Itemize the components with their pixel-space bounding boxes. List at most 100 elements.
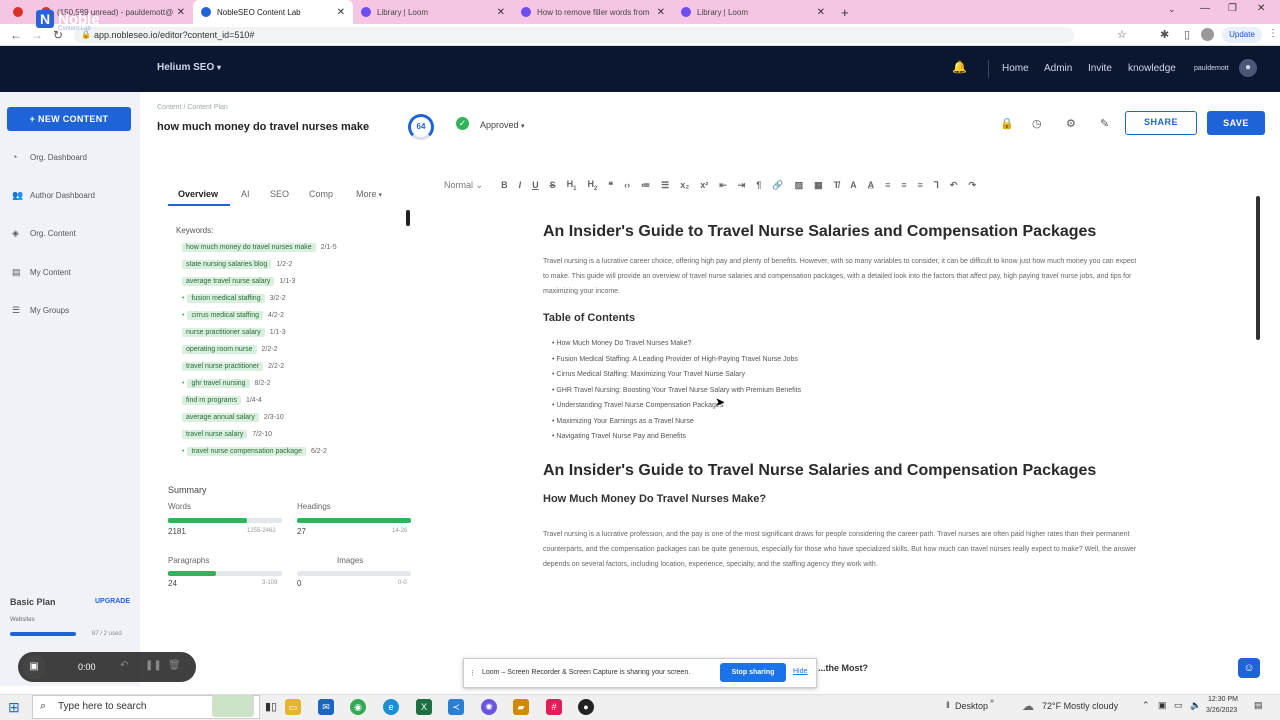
noble-logo[interactable]: N Noble Content Lab xyxy=(36,10,100,32)
file-explorer-icon[interactable]: ▭ xyxy=(285,699,301,715)
toc-item[interactable]: • GHR Travel Nursing: Boosting Your Trav… xyxy=(543,383,1143,399)
mail-icon[interactable]: ✉ xyxy=(318,699,334,715)
close-icon[interactable]: ✕ xyxy=(177,7,185,18)
loom-icon[interactable]: ✺ xyxy=(481,699,497,715)
align-left-icon[interactable]: ≡ xyxy=(885,180,890,190)
magic-wand-icon[interactable]: ✎ xyxy=(1100,117,1109,130)
bookmark-star-icon[interactable]: ☆ xyxy=(1117,28,1127,41)
align-right-icon[interactable]: ≡ xyxy=(918,180,923,190)
tab-comp[interactable]: Comp xyxy=(309,189,333,199)
tab-seo[interactable]: SEO xyxy=(270,189,289,199)
table-icon[interactable]: ▦ xyxy=(814,180,823,191)
tab-loom-library[interactable]: Library | Loom ✕ xyxy=(353,0,513,24)
keyword-item[interactable]: find rn programs 1/4-4 xyxy=(182,392,404,409)
keyword-item[interactable]: operating room nurse 2/2-2 xyxy=(182,341,404,358)
tab-overview[interactable]: Overview xyxy=(178,189,218,199)
profile-avatar[interactable] xyxy=(1201,28,1214,41)
gear-icon[interactable]: ⚙ xyxy=(1066,117,1076,130)
toc-item[interactable]: • Maximizing Your Earnings as a Travel N… xyxy=(543,414,1143,430)
close-icon[interactable]: ✕ xyxy=(657,7,665,18)
network-icon[interactable]: ▣ xyxy=(1158,700,1167,711)
excel-icon[interactable]: X xyxy=(416,699,432,715)
extensions-icon[interactable]: ✱ xyxy=(1160,28,1169,41)
nav-knowledge[interactable]: knowledge xyxy=(1128,63,1176,74)
toc-item[interactable]: • Understanding Travel Nurse Compensatio… xyxy=(543,398,1143,414)
upgrade-link[interactable]: UPGRADE xyxy=(95,598,130,605)
editor-scrollbar[interactable] xyxy=(1256,196,1260,340)
user-avatar-icon[interactable]: ● xyxy=(1239,59,1257,77)
username[interactable]: pauldemott xyxy=(1194,65,1229,72)
hide-link[interactable]: Hide xyxy=(793,668,807,675)
task-view-icon[interactable]: ▮▯ xyxy=(265,700,277,713)
code-icon[interactable]: ‹› xyxy=(624,180,630,190)
toc-item[interactable]: • Cirrus Medical Staffing: Maximizing Yo… xyxy=(543,367,1143,383)
tab-ai[interactable]: AI xyxy=(241,189,250,199)
image-icon[interactable]: ▨ xyxy=(795,180,804,191)
tab-loom-filler[interactable]: How to remove filler words from ✕ xyxy=(513,0,673,24)
clock-date[interactable]: 3/26/2023 xyxy=(1206,707,1237,714)
new-content-button[interactable]: + NEW CONTENT xyxy=(7,107,131,131)
heading2-icon[interactable]: H2 xyxy=(587,179,597,192)
editor-content[interactable]: An Insider's Guide to Travel Nurse Salar… xyxy=(543,220,1143,572)
chrome-icon[interactable]: ◉ xyxy=(350,699,366,715)
toc-item[interactable]: • Fusion Medical Staffing: A Leading Pro… xyxy=(543,352,1143,368)
windows-start-icon[interactable]: ⊞ xyxy=(8,699,20,716)
keyword-item[interactable]: • ghr travel nursing 8/2-2 xyxy=(182,375,404,392)
camera-icon[interactable]: ▣ xyxy=(22,655,46,679)
breadcrumb[interactable]: Content / Content Plan xyxy=(157,104,228,111)
chevron-icon[interactable]: » xyxy=(990,698,994,705)
keyword-item[interactable]: • cirrus medical staffing 4/2-2 xyxy=(182,307,404,324)
keyword-item[interactable]: average annual salary 2/3-10 xyxy=(182,409,404,426)
notification-bell-icon[interactable]: 🔔 xyxy=(952,60,967,74)
tab-nobleseo[interactable]: NobleSEO Content Lab ✕ xyxy=(193,0,353,24)
sidepanel-icon[interactable]: ▯ xyxy=(1184,28,1190,41)
volume-icon[interactable]: 🔈 xyxy=(1190,700,1201,711)
drag-handle-icon[interactable]: ⋮ xyxy=(469,669,476,677)
highlight-icon[interactable]: A̲ xyxy=(868,180,875,190)
trash-icon[interactable]: 🗑 xyxy=(168,660,181,671)
quote-icon[interactable]: ❝ xyxy=(608,180,613,191)
save-button[interactable]: SAVE xyxy=(1207,111,1265,135)
keyword-item[interactable]: how much money do travel nurses make 2/1-… xyxy=(182,239,404,256)
keyword-item[interactable]: nurse practitioner salary 1/1-3 xyxy=(182,324,404,341)
window-close-icon[interactable]: ✕ xyxy=(1257,3,1265,14)
tab-loom-library-2[interactable]: Library | Loom ✕ xyxy=(673,0,833,24)
sidebar-item-my-groups[interactable]: ☰ My Groups xyxy=(12,305,69,316)
keyword-item[interactable]: average travel nurse salary 1/1-3 xyxy=(182,273,404,290)
battery-icon[interactable]: ▭ xyxy=(1174,700,1183,711)
slack-icon[interactable]: # xyxy=(546,699,562,715)
sidebar-item-org-content[interactable]: ◈ Org. Content xyxy=(12,228,76,239)
app-icon[interactable]: ▰ xyxy=(513,699,529,715)
share-button[interactable]: SHARE xyxy=(1125,111,1197,135)
close-icon[interactable]: ✕ xyxy=(817,7,825,18)
close-icon[interactable]: ✕ xyxy=(337,7,345,18)
desktop-toolbar-label[interactable]: Desktop xyxy=(955,701,988,711)
heading1-icon[interactable]: H1 xyxy=(567,179,577,192)
strikethrough-icon[interactable]: S xyxy=(550,180,556,190)
underline-icon[interactable]: U xyxy=(532,180,539,190)
back-icon[interactable]: ← xyxy=(10,28,22,42)
tray-chevron-up-icon[interactable]: ⌃ xyxy=(1142,700,1150,711)
restore-icon[interactable]: ❐ xyxy=(1228,3,1237,14)
align-center-icon[interactable]: ≡ xyxy=(901,180,906,190)
notification-center-icon[interactable]: ▤ xyxy=(1254,700,1263,711)
sidebar-item-author-dashboard[interactable]: 👥 Author Dashboard xyxy=(12,190,95,201)
workspace-selector[interactable]: Helium SEO ▾ xyxy=(157,62,221,73)
nav-home[interactable]: Home xyxy=(1002,63,1029,74)
chatbot-icon[interactable]: ☺ xyxy=(1238,658,1260,678)
edge-icon[interactable]: e xyxy=(383,699,399,715)
pause-icon[interactable]: ❚❚ xyxy=(145,660,162,671)
keyword-item[interactable]: travel nurse salary 7/2-10 xyxy=(182,426,404,443)
history-icon[interactable]: ◷ xyxy=(1032,117,1042,130)
keyword-item[interactable]: • fusion medical staffing 3/2-2 xyxy=(182,290,404,307)
undo-icon[interactable]: ↶ xyxy=(120,660,128,671)
url-field[interactable]: 🔒 app.nobleseo.io/editor?content_id=510# xyxy=(74,27,1074,43)
weather-widget[interactable]: 72°F Mostly cloudy xyxy=(1042,701,1118,711)
minimize-icon[interactable]: — xyxy=(1200,3,1210,14)
status-dropdown[interactable]: Approved ▾ xyxy=(480,120,525,130)
bold-icon[interactable]: B xyxy=(501,180,508,190)
italic-icon[interactable]: I xyxy=(519,180,522,190)
subscript-icon[interactable]: x₂ xyxy=(680,180,689,190)
stop-sharing-button[interactable]: Stop sharing xyxy=(720,663,786,682)
sidebar-item-org-dashboard[interactable]: ◔ Org. Dashboard xyxy=(12,152,87,162)
